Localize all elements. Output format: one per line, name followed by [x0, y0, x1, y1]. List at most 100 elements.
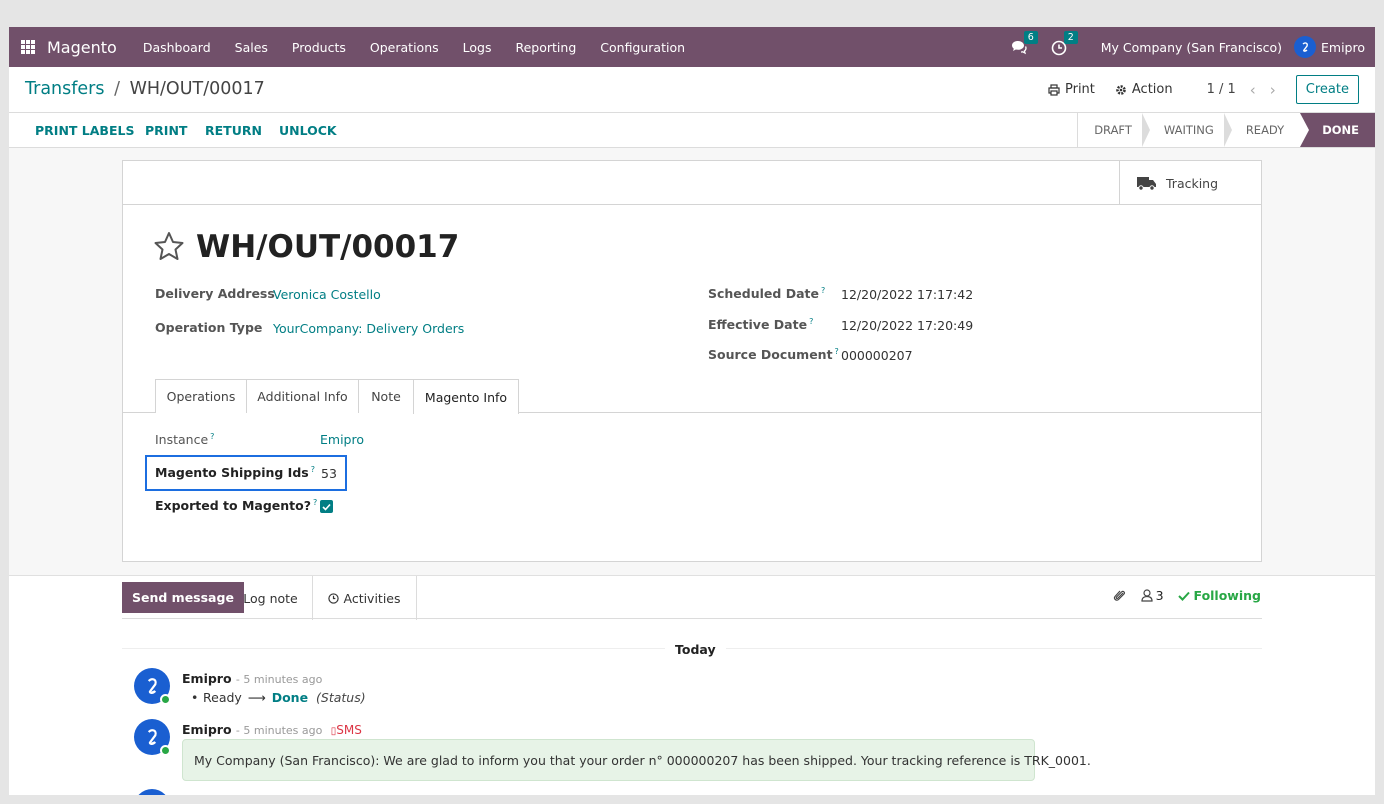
- effective-date-field-label: Effective Date?: [708, 317, 813, 332]
- tab-note[interactable]: Note: [358, 379, 414, 413]
- user-menu[interactable]: Emipro: [1321, 40, 1365, 55]
- menu-logs[interactable]: Logs: [451, 40, 504, 55]
- source-document-value: 000000207: [841, 348, 913, 363]
- stage-done: DONE: [1300, 113, 1375, 147]
- smart-button-box: Tracking: [123, 161, 1261, 205]
- tracking-button[interactable]: Tracking: [1119, 161, 1261, 205]
- effective-date-label: Effective Date: [708, 317, 808, 333]
- stage-ready: READY: [1245, 123, 1285, 137]
- help-tooltip-icon[interactable]: ?: [311, 465, 315, 474]
- user-avatar[interactable]: [1294, 36, 1316, 58]
- pager-next-icon[interactable]: ›: [1270, 81, 1276, 99]
- check-icon: [1177, 591, 1190, 601]
- create-button[interactable]: Create: [1295, 75, 1359, 104]
- new-value: Done: [271, 690, 309, 705]
- exported-label: Exported to Magento?: [155, 498, 311, 514]
- message-avatar[interactable]: [134, 668, 171, 705]
- followers-button[interactable]: 3: [1140, 588, 1164, 603]
- exported-checkbox[interactable]: [320, 500, 333, 513]
- record-title: WH/OUT/00017: [196, 229, 460, 265]
- help-tooltip-icon[interactable]: ?: [835, 347, 839, 356]
- pager-previous-icon[interactable]: ‹: [1250, 81, 1256, 99]
- activities-label: Activities: [343, 590, 401, 606]
- help-tooltip-icon[interactable]: ?: [809, 317, 813, 326]
- shipping-ids-field-label: Magento Shipping Ids?: [155, 465, 315, 480]
- help-tooltip-icon[interactable]: ?: [821, 286, 825, 295]
- gear-icon: [1116, 84, 1126, 95]
- message-time: - 5 minutes ago: [235, 673, 323, 686]
- operation-type-label: Operation Type: [155, 320, 263, 335]
- delivery-address-label: Delivery Address: [155, 286, 275, 301]
- exported-field-label: Exported to Magento??: [155, 498, 317, 513]
- print-button[interactable]: PRINT: [145, 123, 187, 138]
- navbar-systray: 6 2 My Company (San Francisco) Emipro: [1001, 27, 1375, 67]
- sms-message-body: My Company (San Francisco): We are glad …: [182, 739, 1091, 781]
- activity-menu[interactable]: 2: [1051, 31, 1078, 57]
- emipro-logo-icon: [1302, 42, 1308, 52]
- activities-button[interactable]: Activities: [313, 576, 417, 620]
- delivery-address-value[interactable]: Veronica Costello: [273, 287, 381, 302]
- menu-configuration[interactable]: Configuration: [588, 40, 697, 55]
- messaging-menu[interactable]: 6: [1011, 31, 1038, 57]
- action-dropdown[interactable]: Action: [1115, 82, 1173, 97]
- help-tooltip-icon[interactable]: ?: [210, 432, 214, 441]
- chatter-divider: [122, 618, 1262, 619]
- sms-label: SMS: [336, 723, 362, 737]
- message-avatar[interactable]: [134, 719, 171, 756]
- online-status-icon: [160, 745, 171, 756]
- activities-badge: 2: [1063, 31, 1078, 44]
- message-header: Emipro - 5 minutes ago ▯SMS: [182, 722, 362, 737]
- date-separator: Today: [665, 642, 726, 657]
- log-note-button[interactable]: Log note: [229, 576, 313, 620]
- star-icon[interactable]: [153, 231, 185, 261]
- tab-additional-info[interactable]: Additional Info: [246, 379, 359, 413]
- pager-value[interactable]: 1 / 1: [1207, 82, 1236, 97]
- chatter-topbar-right: 3 Following: [1113, 588, 1261, 603]
- tab-operations[interactable]: Operations: [155, 379, 247, 413]
- source-document-field-label: Source Document?: [708, 347, 839, 362]
- messages-badge: 6: [1023, 31, 1038, 44]
- message-author[interactable]: Emipro: [182, 671, 232, 686]
- message-time: - 5 minutes ago: [235, 724, 323, 737]
- following-button[interactable]: Following: [1177, 588, 1261, 603]
- breadcrumb: Transfers / WH/OUT/00017: [25, 79, 265, 99]
- stage-pipeline: DRAFT WAITING READY DONE: [1077, 113, 1375, 147]
- operation-type-value[interactable]: YourCompany: Delivery Orders: [273, 321, 464, 336]
- shipping-ids-value: 53: [321, 466, 337, 481]
- scheduled-date-field-label: Scheduled Date?: [708, 286, 825, 301]
- menu-sales[interactable]: Sales: [223, 40, 280, 55]
- emipro-logo-icon: [147, 678, 157, 694]
- send-message-button[interactable]: Send message: [122, 582, 244, 613]
- instance-value[interactable]: Emipro: [320, 432, 364, 447]
- instance-label: Instance: [155, 432, 209, 448]
- help-tooltip-icon[interactable]: ?: [313, 498, 317, 507]
- following-label: Following: [1193, 588, 1261, 603]
- paperclip-icon[interactable]: [1113, 588, 1127, 603]
- apps-grid-icon[interactable]: [21, 40, 35, 54]
- print-label: Print: [1064, 82, 1095, 97]
- menu-products[interactable]: Products: [280, 40, 358, 55]
- return-button[interactable]: RETURN: [205, 123, 262, 138]
- app-name[interactable]: Magento: [47, 38, 117, 57]
- menu-dashboard[interactable]: Dashboard: [131, 40, 223, 55]
- user-icon: [1140, 589, 1153, 602]
- effective-date-value: 12/20/2022 17:20:49: [841, 318, 974, 333]
- menu-reporting[interactable]: Reporting: [503, 40, 588, 55]
- printer-icon: [1048, 83, 1060, 96]
- tab-magento-info[interactable]: Magento Info: [413, 379, 519, 414]
- arrow-right-icon: ⟶: [247, 690, 266, 705]
- message-author[interactable]: Emipro: [182, 722, 232, 737]
- message-avatar[interactable]: [134, 789, 170, 795]
- company-switcher[interactable]: My Company (San Francisco): [1101, 40, 1282, 55]
- scheduled-date-value: 12/20/2022 17:17:42: [841, 287, 974, 302]
- breadcrumb-transfers[interactable]: Transfers: [25, 79, 105, 99]
- message-header: Emipro - 5 minutes ago: [182, 671, 322, 686]
- online-status-icon: [160, 694, 171, 705]
- chatter-topbar: Send message Log note Activities 3 Follo…: [9, 575, 1375, 620]
- print-dropdown[interactable]: Print: [1048, 82, 1095, 97]
- print-labels-button[interactable]: PRINT LABELS: [35, 123, 134, 138]
- menu-operations[interactable]: Operations: [358, 40, 451, 55]
- control-panel-actions: Print Action 1 / 1 ‹ › Create: [1028, 74, 1359, 105]
- bullet-icon: •: [191, 690, 199, 705]
- unlock-button[interactable]: UNLOCK: [279, 123, 337, 138]
